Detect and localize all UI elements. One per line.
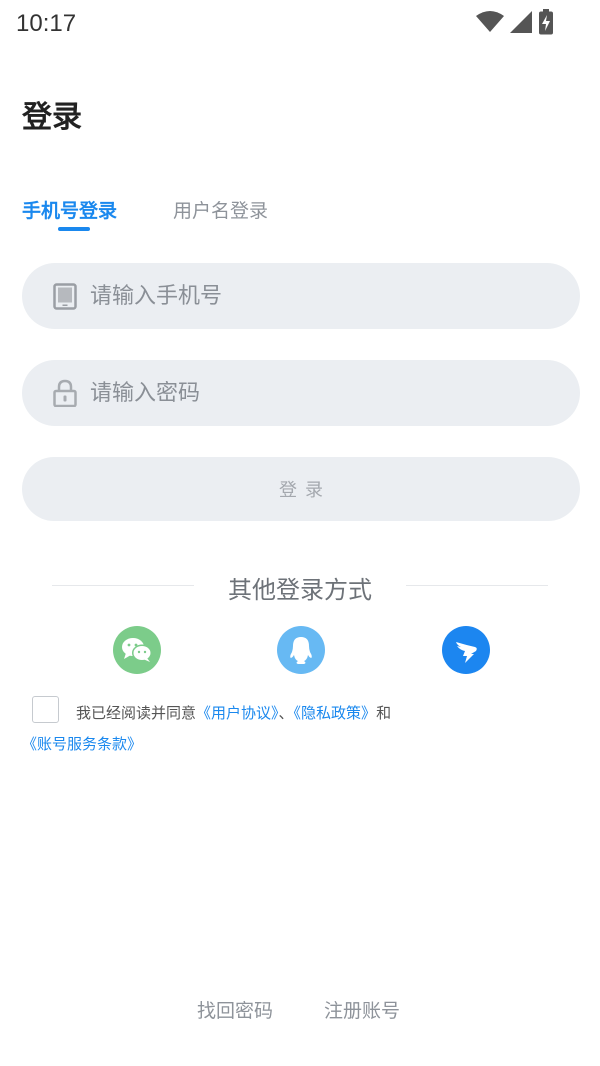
login-tabs: 手机号登录 用户名登录 [22,196,582,236]
agreement-separator: 、 [278,704,294,722]
status-time: 10:17 [16,10,77,37]
phone-icon [52,282,78,310]
other-login-divider: 其他登录方式 [52,565,548,605]
agreement-prefix: 我已经阅读并同意 [76,704,197,722]
divider-line-right [406,585,548,586]
dingtalk-login-button[interactable] [442,626,490,674]
phone-field[interactable] [22,263,580,329]
lock-icon [52,379,78,407]
wifi-icon [476,11,504,32]
cellular-signal-icon [510,11,532,33]
battery-charging-icon [539,9,553,35]
qq-icon [290,637,312,664]
status-bar: 10:17 [0,0,600,48]
wechat-login-button[interactable] [113,626,161,674]
register-link[interactable]: 注册账号 [324,996,400,1023]
status-icons [476,9,554,35]
privacy-policy-link[interactable]: 《隐私政策》 [294,704,377,722]
user-agreement-link[interactable]: 《用户协议》 [196,704,279,722]
agreement-and: 和 [376,704,392,722]
password-field[interactable] [22,360,580,426]
password-input[interactable] [90,380,530,406]
page-title: 登录 [22,100,82,135]
agreement-text: 我已经阅读并同意《用户协议》、《隐私政策》和《账号服务条款》 [22,698,578,760]
tab-username-login[interactable]: 用户名登录 [173,196,268,223]
phone-input[interactable] [90,283,530,309]
footer-links: 找回密码 注册账号 [0,996,600,1026]
dingtalk-icon [456,642,477,663]
active-tab-indicator [58,227,90,231]
qq-login-button[interactable] [277,626,325,674]
tab-phone-login[interactable]: 手机号登录 [22,196,117,223]
login-button[interactable]: 登录 [22,457,580,521]
other-login-title: 其他登录方式 [228,576,372,604]
wechat-icon [122,638,152,662]
account-terms-link[interactable]: 《账号服务条款》 [22,735,142,753]
forgot-password-link[interactable]: 找回密码 [197,996,273,1023]
